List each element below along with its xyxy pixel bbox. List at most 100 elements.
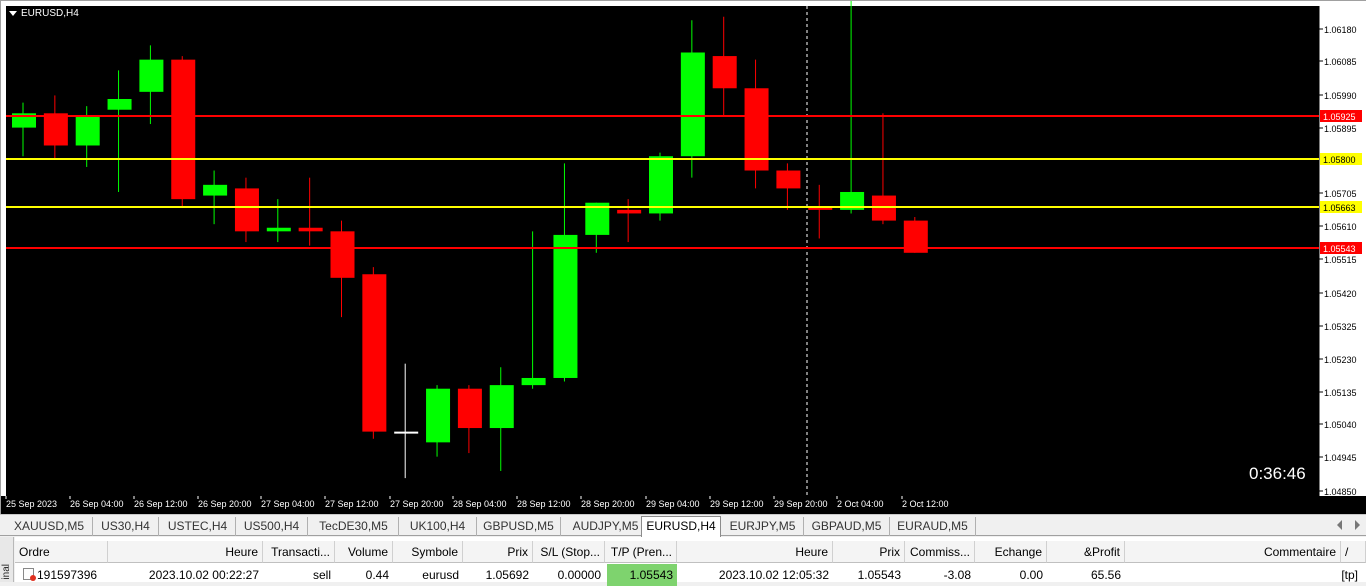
price-tick-label: 1.05515 xyxy=(1324,255,1357,265)
cell-type: sell xyxy=(312,568,331,582)
price-tick-label: 1.04945 xyxy=(1324,453,1357,463)
chart-window[interactable]: 1.06180 1.06085 1.05990 1.05895 1.05705 1.056… xyxy=(0,0,1366,515)
chart-title[interactable]: EURUSD,H4 xyxy=(9,8,79,19)
time-tick-label: 26 Sep 04:00 xyxy=(70,499,124,509)
time-tick-label: 29 Sep 04:00 xyxy=(646,499,700,509)
time-tick-label: 29 Sep 12:00 xyxy=(710,499,764,509)
bull-candle[interactable] xyxy=(521,377,546,386)
tab-tecde30-m5[interactable]: TecDE30,M5 xyxy=(309,517,399,536)
price-tick-label: 1.05420 xyxy=(1324,289,1357,299)
tab-euraud-m5[interactable]: EURAUD,M5 xyxy=(890,517,976,536)
column-header-sl[interactable]: S/L (Stop... xyxy=(533,541,605,563)
column-header-tp[interactable]: T/P (Pren... xyxy=(605,541,677,563)
price-tick-label: 1.05610 xyxy=(1324,222,1357,232)
tab-ustec-h4[interactable]: USTEC,H4 xyxy=(160,517,236,536)
tab-scroll-right-icon[interactable] xyxy=(1355,520,1360,530)
price-tick-label: 1.06085 xyxy=(1324,57,1357,67)
trade-history-table: Ordre Heure Transacti... Volume Symbole … xyxy=(15,537,1366,586)
cell-sl: 0.00000 xyxy=(557,568,601,582)
bear-candle[interactable] xyxy=(617,209,642,214)
time-tick-label: 28 Sep 12:00 xyxy=(517,499,571,509)
column-header-order[interactable]: Ordre xyxy=(15,541,108,563)
column-header-sort[interactable]: / xyxy=(1341,541,1366,563)
bear-candle[interactable] xyxy=(298,227,323,232)
chart-menu-arrow-icon[interactable] xyxy=(9,11,17,16)
column-header-comment[interactable]: Commentaire xyxy=(1125,541,1341,563)
time-tick-label: 29 Sep 20:00 xyxy=(774,499,828,509)
price-tick-label: 1.05990 xyxy=(1324,91,1357,101)
bull-candle[interactable] xyxy=(266,227,291,232)
price-tick-label: 1.05040 xyxy=(1324,420,1357,430)
bear-candle[interactable] xyxy=(362,274,387,432)
cell-tp: 1.05543 xyxy=(607,564,677,586)
chart-tab-bar: XAUUSD,M5 US30,H4 USTEC,H4 US500,H4 TecDE30,… xyxy=(0,514,1366,537)
bear-candle[interactable] xyxy=(171,59,196,200)
bear-candle[interactable] xyxy=(457,388,482,429)
price-chart[interactable]: 1.06180 1.06085 1.05990 1.05895 1.05705 1.056… xyxy=(1,1,1366,515)
column-header-volume[interactable]: Volume xyxy=(335,541,393,563)
bear-candle[interactable] xyxy=(330,231,355,278)
column-header-close-time[interactable]: Heure xyxy=(677,541,833,563)
bull-candle[interactable] xyxy=(75,116,100,146)
time-tick-label: 27 Sep 12:00 xyxy=(325,499,379,509)
price-level-label: 1.05925 xyxy=(1323,112,1356,122)
bear-candle[interactable] xyxy=(776,170,801,189)
tab-audjpy-m5[interactable]: AUDJPY,M5 xyxy=(561,517,651,536)
cell-swap: 0.00 xyxy=(1019,568,1043,582)
bull-candle[interactable] xyxy=(680,52,705,157)
time-tick-label: 2 Oct 04:00 xyxy=(837,499,884,509)
column-header-close-price[interactable]: Prix xyxy=(833,541,905,563)
symbol-timeframe-label: EURUSD,H4 xyxy=(21,8,79,19)
bull-candle[interactable] xyxy=(107,98,132,110)
tab-us30-h4[interactable]: US30,H4 xyxy=(93,517,159,536)
column-header-swap[interactable]: Echange xyxy=(975,541,1047,563)
cell-order: 191597396 xyxy=(37,568,98,582)
bull-candle[interactable] xyxy=(553,234,578,378)
bull-candle[interactable] xyxy=(426,388,451,443)
bear-candle[interactable] xyxy=(43,113,68,146)
column-header-time[interactable]: Heure xyxy=(108,541,263,563)
price-level-label: 1.05800 xyxy=(1323,155,1356,165)
bear-candle[interactable] xyxy=(712,56,737,89)
tab-xauusd-m5[interactable]: XAUUSD,M5 xyxy=(6,517,93,536)
column-header-symbol[interactable]: Symbole xyxy=(393,541,463,563)
time-tick-label: 27 Sep 20:00 xyxy=(390,499,444,509)
tab-gbpaud-m5[interactable]: GBPAUD,M5 xyxy=(804,517,890,536)
tab-eurjpy-m5[interactable]: EURJPY,M5 xyxy=(722,517,804,536)
plot-area[interactable] xyxy=(6,6,1319,496)
column-header-price[interactable]: Prix xyxy=(463,541,533,563)
terminal-side-label[interactable]: inal xyxy=(0,537,14,582)
tab-eurusd-h4[interactable]: EURUSD,H4 xyxy=(641,516,721,537)
price-tick-label: 1.04850 xyxy=(1324,487,1357,497)
price-tick-label: 1.05230 xyxy=(1324,355,1357,365)
bear-candle[interactable] xyxy=(871,195,896,221)
price-tick-label: 1.05135 xyxy=(1324,388,1357,398)
time-tick-label: 2 Oct 12:00 xyxy=(902,499,949,509)
time-tick-label: 28 Sep 20:00 xyxy=(581,499,635,509)
bull-candle[interactable] xyxy=(649,156,673,214)
column-header-profit[interactable]: &Profit xyxy=(1047,541,1125,563)
tab-us500-h4[interactable]: US500,H4 xyxy=(236,517,308,536)
column-header-type[interactable]: Transacti... xyxy=(263,541,335,563)
bull-candle[interactable] xyxy=(394,431,419,434)
price-level-label: 1.05663 xyxy=(1323,203,1356,213)
bull-candle[interactable] xyxy=(139,59,164,92)
bull-candle[interactable] xyxy=(489,385,514,429)
price-tick-label: 1.05895 xyxy=(1324,124,1357,134)
price-tick-label: 1.06180 xyxy=(1324,25,1357,35)
column-header-commission[interactable]: Commiss... xyxy=(905,541,975,563)
price-level-label: 1.05543 xyxy=(1323,244,1356,254)
cell-close-time: 2023.10.02 12:05:32 xyxy=(718,568,829,582)
cell-commission: -3.08 xyxy=(943,568,971,582)
bull-candle[interactable] xyxy=(203,184,228,196)
tab-scroll-left-icon[interactable] xyxy=(1337,520,1342,530)
tab-uk100-h4[interactable]: UK100,H4 xyxy=(399,517,477,536)
bear-candle[interactable] xyxy=(234,188,259,232)
tab-gbpusd-m5[interactable]: GBPUSD,M5 xyxy=(477,517,561,536)
time-tick-label: 28 Sep 04:00 xyxy=(453,499,507,509)
cell-profit: 65.56 xyxy=(1090,568,1121,582)
cell-time: 2023.10.02 00:22:27 xyxy=(148,568,259,582)
time-tick-label: 27 Sep 04:00 xyxy=(261,499,315,509)
cell-close-price: 1.05543 xyxy=(857,568,901,582)
price-tick-label: 1.05325 xyxy=(1324,322,1357,332)
